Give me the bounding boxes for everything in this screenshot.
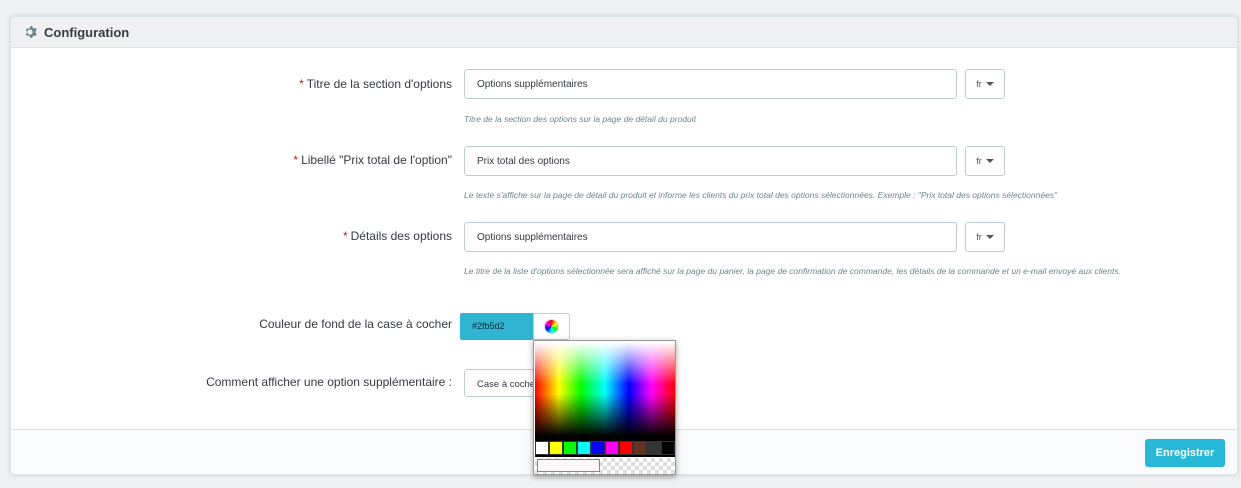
color-swatch[interactable]: [535, 441, 549, 455]
color-swatch[interactable]: [563, 441, 577, 455]
language-dropdown[interactable]: fr: [965, 222, 1005, 252]
color-wheel-icon: [545, 320, 558, 333]
color-swatch[interactable]: [633, 441, 647, 455]
language-dropdown[interactable]: fr: [965, 146, 1005, 176]
field-label-checkbox-color: Couleur de fond de la case à cocher: [259, 317, 452, 331]
section-title-input[interactable]: Options supplémentaires: [464, 69, 957, 99]
total-price-label-input[interactable]: Prix total des options: [464, 146, 957, 176]
color-picker-button[interactable]: [533, 313, 570, 340]
display-option-select[interactable]: Case à cocher: [464, 369, 536, 397]
color-spectrum[interactable]: [535, 342, 675, 436]
color-swatch[interactable]: [661, 441, 675, 455]
gear-icon: [25, 26, 37, 38]
color-swatch[interactable]: [647, 441, 661, 455]
color-hex-input[interactable]: #2fb5d2: [460, 313, 533, 340]
color-preview-box: [537, 459, 600, 472]
panel-title: Configuration: [44, 24, 130, 40]
language-dropdown[interactable]: fr: [965, 69, 1005, 99]
panel-heading: Configuration: [11, 17, 1237, 48]
color-swatch[interactable]: [591, 441, 605, 455]
field-label-section-title: * Titre de la section d'options: [299, 77, 452, 91]
color-swatches: [535, 441, 675, 455]
save-button[interactable]: Enregistrer: [1145, 439, 1225, 467]
color-swatch[interactable]: [605, 441, 619, 455]
option-details-input[interactable]: Options supplémentaires: [464, 222, 957, 252]
caret-down-icon: [985, 235, 994, 239]
color-swatch[interactable]: [619, 441, 633, 455]
caret-down-icon: [985, 82, 994, 86]
help-text: Le texte s'affiche sur la page de détail…: [464, 190, 1058, 200]
caret-down-icon: [985, 159, 994, 163]
color-picker-popup: [533, 340, 676, 475]
field-label-display-option: Comment afficher une option supplémentai…: [206, 375, 452, 389]
field-label-total-price: * Libellé "Prix total de l'option": [293, 153, 452, 167]
help-text: Le titre de la liste d'options sélection…: [464, 266, 1121, 276]
color-swatch[interactable]: [549, 441, 563, 455]
field-label-option-details: * Détails des options: [342, 229, 452, 243]
help-text: Titre de la section des options sur la p…: [464, 114, 696, 124]
color-swatch[interactable]: [577, 441, 591, 455]
